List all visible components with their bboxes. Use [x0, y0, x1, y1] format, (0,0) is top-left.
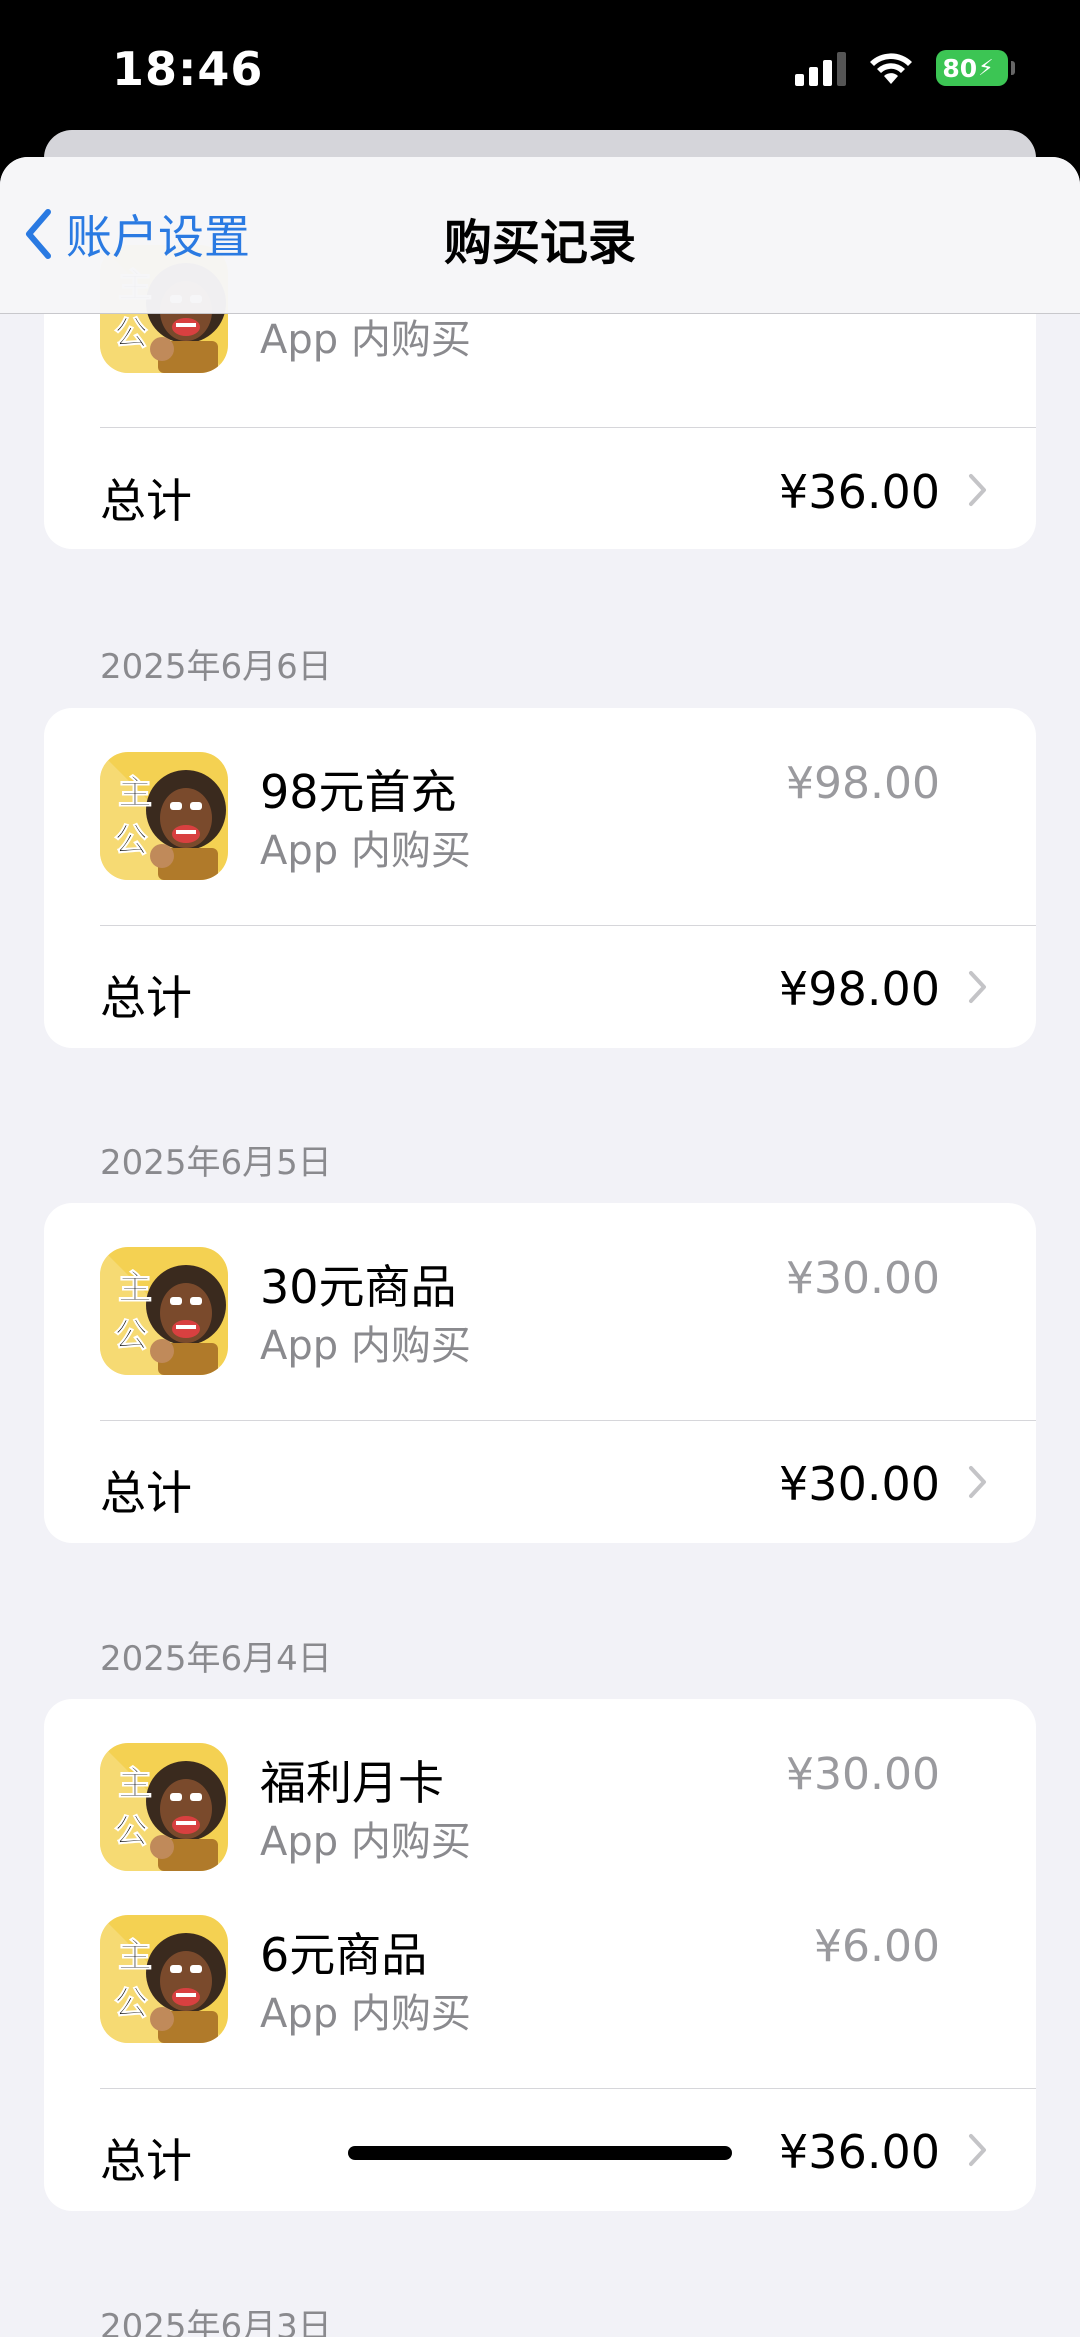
- section-date: 2025年6月4日: [100, 1639, 332, 1679]
- status-icons: 80 ⚡: [795, 50, 1015, 86]
- total-value: ¥36.00: [779, 465, 940, 519]
- navigation-bar: 账户设置 购买记录: [0, 157, 1080, 314]
- svg-text:公: 公: [114, 1812, 148, 1852]
- total-value: ¥30.00: [779, 1457, 940, 1511]
- item-name: 6元商品: [260, 1928, 428, 1982]
- total-label: 总计: [100, 2134, 192, 2188]
- chevron-right-icon: [969, 2134, 986, 2166]
- item-name: 30元商品: [260, 1260, 457, 1314]
- total-value: ¥36.00: [779, 2125, 940, 2179]
- battery-level: 80: [942, 53, 978, 83]
- item-type: App 内购买: [260, 1991, 471, 2037]
- chevron-right-icon: [969, 971, 986, 1003]
- battery-icon: 80 ⚡: [936, 50, 1015, 86]
- total-row[interactable]: 总计 ¥36.00: [44, 429, 1036, 549]
- total-label: 总计: [100, 1466, 192, 1520]
- home-indicator[interactable]: [348, 2146, 732, 2160]
- svg-text:公: 公: [114, 821, 148, 861]
- purchase-card: 主 公 福利月卡 App 内购买 ¥30.00 主 公 6元商品 App 内购买…: [44, 1699, 1036, 2211]
- total-row[interactable]: 总计 ¥30.00: [44, 1421, 1036, 1541]
- divider: [100, 427, 1036, 428]
- cellular-signal-icon: [795, 50, 846, 86]
- item-type: App 内购买: [260, 317, 471, 363]
- chevron-right-icon: [969, 1466, 986, 1498]
- item-type: App 内购买: [260, 828, 471, 874]
- purchase-card: 主 公 98元首充 App 内购买 ¥98.00 总计 ¥98.00: [44, 708, 1036, 1048]
- item-price: ¥98.00: [786, 758, 940, 809]
- page-title: 购买记录: [443, 215, 636, 271]
- total-label: 总计: [100, 971, 192, 1025]
- wifi-icon: [870, 53, 912, 84]
- app-icon: 主 公: [100, 1915, 228, 2043]
- item-name: 98元首充: [260, 765, 457, 819]
- purchase-card: 主 公 30元商品 App 内购买 ¥30.00 总计 ¥30.00: [44, 1203, 1036, 1543]
- charging-bolt-icon: ⚡: [978, 55, 994, 81]
- item-price: ¥30.00: [786, 1749, 940, 1800]
- status-time: 18:46: [112, 42, 264, 96]
- svg-text:主: 主: [118, 1764, 152, 1804]
- purchase-item[interactable]: 主 公 福利月卡 App 内购买 ¥30.00: [100, 1743, 1036, 1873]
- purchase-item[interactable]: 主 公 98元首充 App 内购买 ¥98.00: [100, 752, 1036, 882]
- app-icon: 主 公: [100, 1743, 228, 1871]
- chevron-right-icon: [969, 474, 986, 506]
- svg-text:主: 主: [118, 773, 152, 813]
- svg-text:公: 公: [114, 1984, 148, 2024]
- item-price: ¥6.00: [814, 1921, 940, 1972]
- svg-text:公: 公: [114, 1316, 148, 1356]
- section-date: 2025年6月6日: [100, 647, 332, 687]
- item-name: 福利月卡: [260, 1756, 444, 1810]
- section-date: 2025年6月3日: [100, 2307, 332, 2337]
- status-bar: 18:46 80 ⚡: [0, 0, 1080, 140]
- total-value: ¥98.00: [779, 962, 940, 1016]
- purchase-history-sheet: 主 公 App 内购买 总计 ¥36.00 2025年6月6日 主 公 98元首…: [0, 157, 1080, 2337]
- app-icon: 主 公: [100, 1247, 228, 1375]
- purchase-item[interactable]: 主 公 30元商品 App 内购买 ¥30.00: [100, 1247, 1036, 1377]
- total-label: 总计: [100, 474, 192, 528]
- purchase-item[interactable]: 主 公 6元商品 App 内购买 ¥6.00: [100, 1915, 1036, 2045]
- svg-text:主: 主: [118, 1268, 152, 1308]
- item-type: App 内购买: [260, 1819, 471, 1865]
- app-icon: 主 公: [100, 752, 228, 880]
- item-price: ¥30.00: [786, 1253, 940, 1304]
- section-date: 2025年6月5日: [100, 1143, 332, 1183]
- total-row[interactable]: 总计 ¥98.00: [44, 926, 1036, 1046]
- svg-text:公: 公: [114, 314, 148, 354]
- item-type: App 内购买: [260, 1323, 471, 1369]
- svg-text:主: 主: [118, 1936, 152, 1976]
